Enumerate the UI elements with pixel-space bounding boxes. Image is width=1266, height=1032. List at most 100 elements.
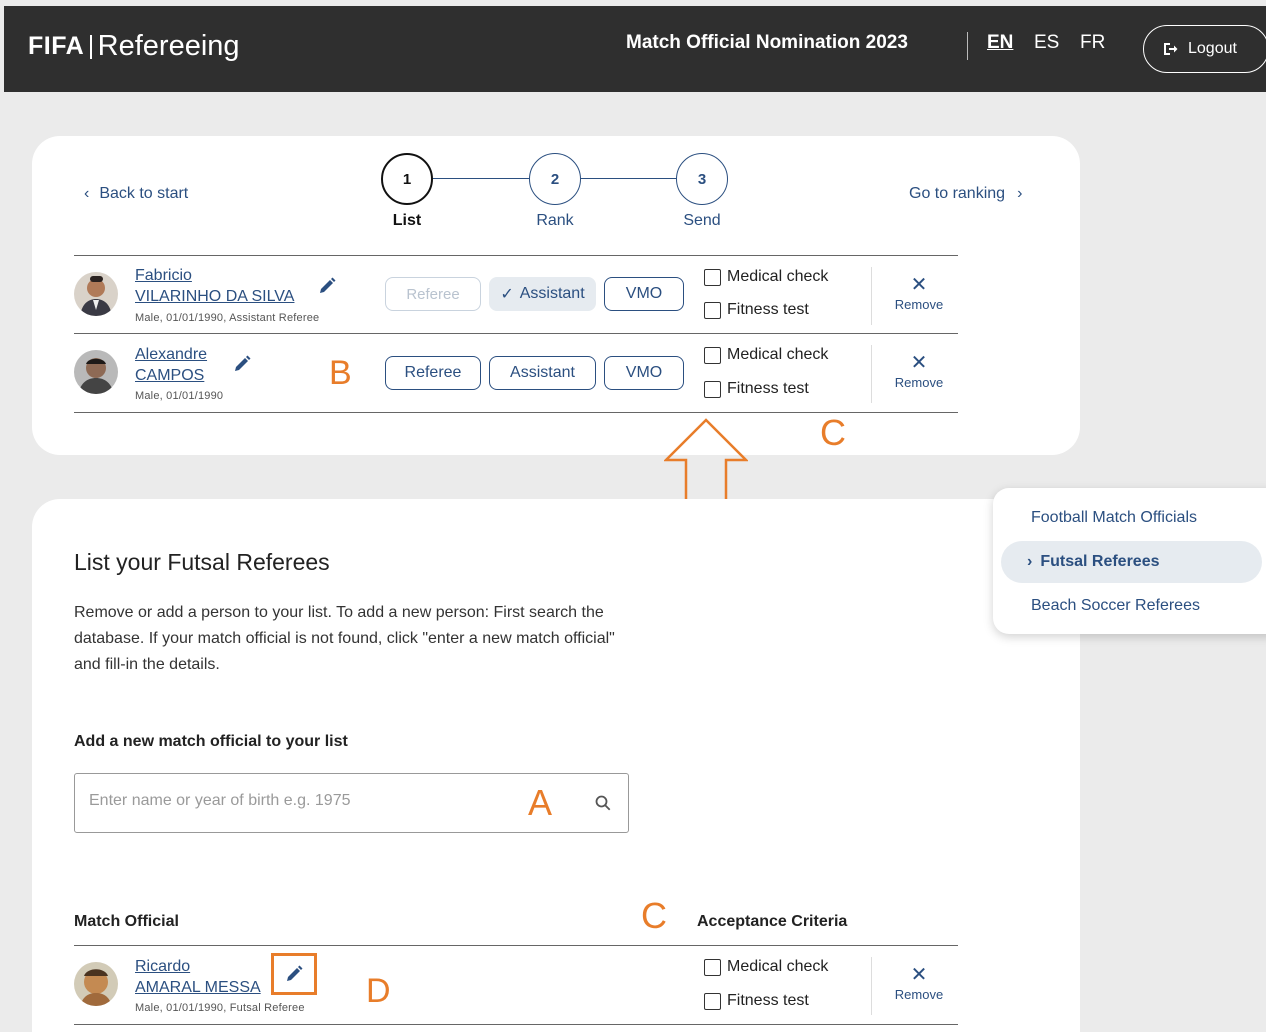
futsal-list-card xyxy=(32,499,1080,1032)
side-nav-panel: Football Match Officials › Futsal Referee… xyxy=(993,488,1266,634)
checkbox-label: Fitness test xyxy=(727,992,809,1009)
avatar xyxy=(74,962,118,1006)
fifa-logo[interactable]: FIFA Refereeing xyxy=(28,30,240,63)
logout-icon xyxy=(1164,43,1178,55)
role-vmo-button[interactable]: VMO xyxy=(604,356,684,390)
medical-check-checkbox[interactable]: Medical check xyxy=(704,958,828,976)
forward-label: Go to ranking xyxy=(909,185,1006,202)
search-input[interactable] xyxy=(89,792,509,810)
checkbox-box[interactable] xyxy=(704,268,721,286)
side-nav-football[interactable]: Football Match Officials xyxy=(1031,509,1197,527)
back-to-start-link[interactable]: ‹ Back to start xyxy=(84,185,188,203)
checkbox-box[interactable] xyxy=(704,346,721,364)
checkbox-label: Fitness test xyxy=(727,380,809,397)
page-title: Match Official Nomination 2023 xyxy=(626,32,908,53)
column-divider xyxy=(871,267,872,325)
medical-check-checkbox[interactable]: Medical check xyxy=(704,346,828,364)
last-name: VILARINHO DA SILVA xyxy=(135,288,295,305)
checkbox-box[interactable] xyxy=(704,992,721,1010)
official-info: Male, 01/01/1990, Assistant Referee xyxy=(135,312,320,324)
avatar xyxy=(74,272,118,316)
remove-button[interactable]: ✕ Remove xyxy=(889,353,949,390)
remove-label: Remove xyxy=(894,987,944,1002)
annotation-c: C xyxy=(641,895,667,936)
first-name: Fabricio xyxy=(135,267,192,284)
fitness-test-checkbox[interactable]: Fitness test xyxy=(704,992,809,1010)
official-info: Male, 01/01/1990, Futsal Referee xyxy=(135,1002,305,1014)
checkbox-box[interactable] xyxy=(704,301,721,319)
medical-check-checkbox[interactable]: Medical check xyxy=(704,268,828,286)
checkbox-box[interactable] xyxy=(704,380,721,398)
role-label: Assistant xyxy=(519,285,585,302)
official-name-link[interactable]: Fabricio VILARINHO DA SILVA xyxy=(135,265,294,307)
go-to-ranking-link[interactable]: Go to ranking › xyxy=(909,185,1022,203)
annotation-d: D xyxy=(366,972,391,1010)
back-label: Back to start xyxy=(99,185,189,202)
official-info: Male, 01/01/1990 xyxy=(135,390,224,402)
section-description: Remove or add a person to your list. To … xyxy=(74,604,615,673)
pencil-icon[interactable] xyxy=(232,354,252,374)
role-assistant-button[interactable]: Assistant xyxy=(489,356,596,390)
annotation-a: A xyxy=(528,782,553,823)
step-3-label: Send xyxy=(683,212,721,229)
close-icon: ✕ xyxy=(910,274,928,296)
step-1-label: List xyxy=(392,212,422,229)
col-header-criteria: Acceptance Criteria xyxy=(697,913,848,930)
official-name-link[interactable]: Alexandre CAMPOS xyxy=(135,344,207,386)
header-divider xyxy=(967,32,968,60)
chevron-right-icon: › xyxy=(1027,553,1033,570)
fitness-test-checkbox[interactable]: Fitness test xyxy=(704,301,809,319)
checkbox-label: Medical check xyxy=(727,958,829,975)
lang-en-link[interactable]: EN xyxy=(987,32,1013,54)
search-icon[interactable] xyxy=(594,794,612,812)
brand-name: FIFA xyxy=(28,32,85,60)
section-title: List your Futsal Referees xyxy=(74,549,330,575)
step-2-circle[interactable]: 2 xyxy=(529,153,581,205)
last-name: CAMPOS xyxy=(135,367,205,384)
divider xyxy=(74,333,958,334)
checkbox-label: Fitness test xyxy=(727,301,809,318)
side-nav-futsal[interactable]: › Futsal Referees xyxy=(1027,553,1160,571)
column-divider xyxy=(871,345,872,403)
remove-button[interactable]: ✕ Remove xyxy=(889,275,949,312)
column-divider xyxy=(871,957,872,1015)
chevron-right-icon: › xyxy=(1017,185,1023,202)
divider xyxy=(74,945,958,946)
divider xyxy=(74,255,958,256)
logout-label: Logout xyxy=(1188,40,1237,57)
divider xyxy=(74,1024,958,1025)
annotation-c: C xyxy=(820,412,846,453)
checkbox-box[interactable] xyxy=(704,958,721,976)
lang-es-link[interactable]: ES xyxy=(1034,32,1059,54)
checkmark-icon: ✓ xyxy=(500,286,514,303)
checkbox-label: Medical check xyxy=(727,268,829,285)
step-2-label: Rank xyxy=(536,212,574,229)
side-nav-beach-soccer[interactable]: Beach Soccer Referees xyxy=(1031,597,1200,615)
annotation-b: B xyxy=(329,354,352,392)
role-referee-button[interactable]: Referee xyxy=(385,277,481,311)
pencil-icon[interactable] xyxy=(284,964,304,984)
fitness-test-checkbox[interactable]: Fitness test xyxy=(704,380,809,398)
chevron-left-icon: ‹ xyxy=(84,185,90,202)
role-assistant-button[interactable]: ✓ Assistant xyxy=(489,277,596,311)
role-referee-button[interactable]: Referee xyxy=(385,356,481,390)
add-official-label: Add a new match official to your list xyxy=(74,733,348,750)
step-connector xyxy=(432,178,529,179)
role-vmo-button[interactable]: VMO xyxy=(604,277,684,311)
step-3-circle[interactable]: 3 xyxy=(676,153,728,205)
remove-button[interactable]: ✕ Remove xyxy=(889,965,949,1002)
checkbox-label: Medical check xyxy=(727,346,829,363)
remove-label: Remove xyxy=(894,375,944,390)
last-name: AMARAL MESSA xyxy=(135,979,261,996)
logout-button[interactable]: Logout xyxy=(1143,25,1266,73)
col-header-official: Match Official xyxy=(74,913,179,930)
lang-fr-link[interactable]: FR xyxy=(1080,32,1105,54)
official-name-link[interactable]: Ricardo AMARAL MESSA xyxy=(135,956,261,998)
step-1-circle[interactable]: 1 xyxy=(381,153,433,205)
first-name: Alexandre xyxy=(135,346,208,363)
pencil-icon[interactable] xyxy=(317,276,337,296)
step-connector xyxy=(580,178,677,179)
close-icon: ✕ xyxy=(910,352,928,374)
close-icon: ✕ xyxy=(910,964,928,986)
side-nav-label: Futsal Referees xyxy=(1040,553,1160,570)
